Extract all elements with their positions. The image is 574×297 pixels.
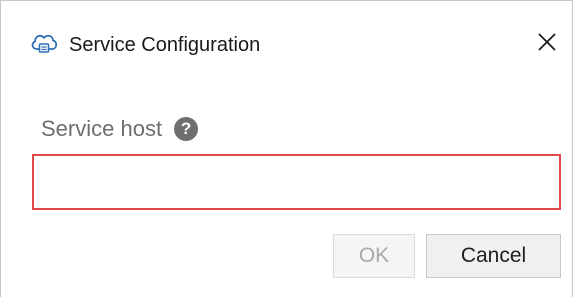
service-host-label-row: Service host ? bbox=[41, 109, 199, 149]
dialog-titlebar: Service Configuration bbox=[1, 1, 572, 85]
service-host-input[interactable] bbox=[32, 154, 561, 210]
close-icon bbox=[538, 33, 556, 51]
help-icon[interactable]: ? bbox=[174, 117, 199, 141]
dialog-title: Service Configuration bbox=[69, 34, 261, 56]
cloud-icon bbox=[29, 31, 59, 57]
cancel-button[interactable]: Cancel bbox=[426, 234, 561, 278]
close-button[interactable] bbox=[532, 27, 562, 57]
service-host-label: Service host bbox=[41, 116, 163, 141]
ok-button[interactable]: OK bbox=[333, 234, 415, 278]
service-configuration-dialog: Service Configuration Service host ? OK … bbox=[0, 0, 573, 297]
